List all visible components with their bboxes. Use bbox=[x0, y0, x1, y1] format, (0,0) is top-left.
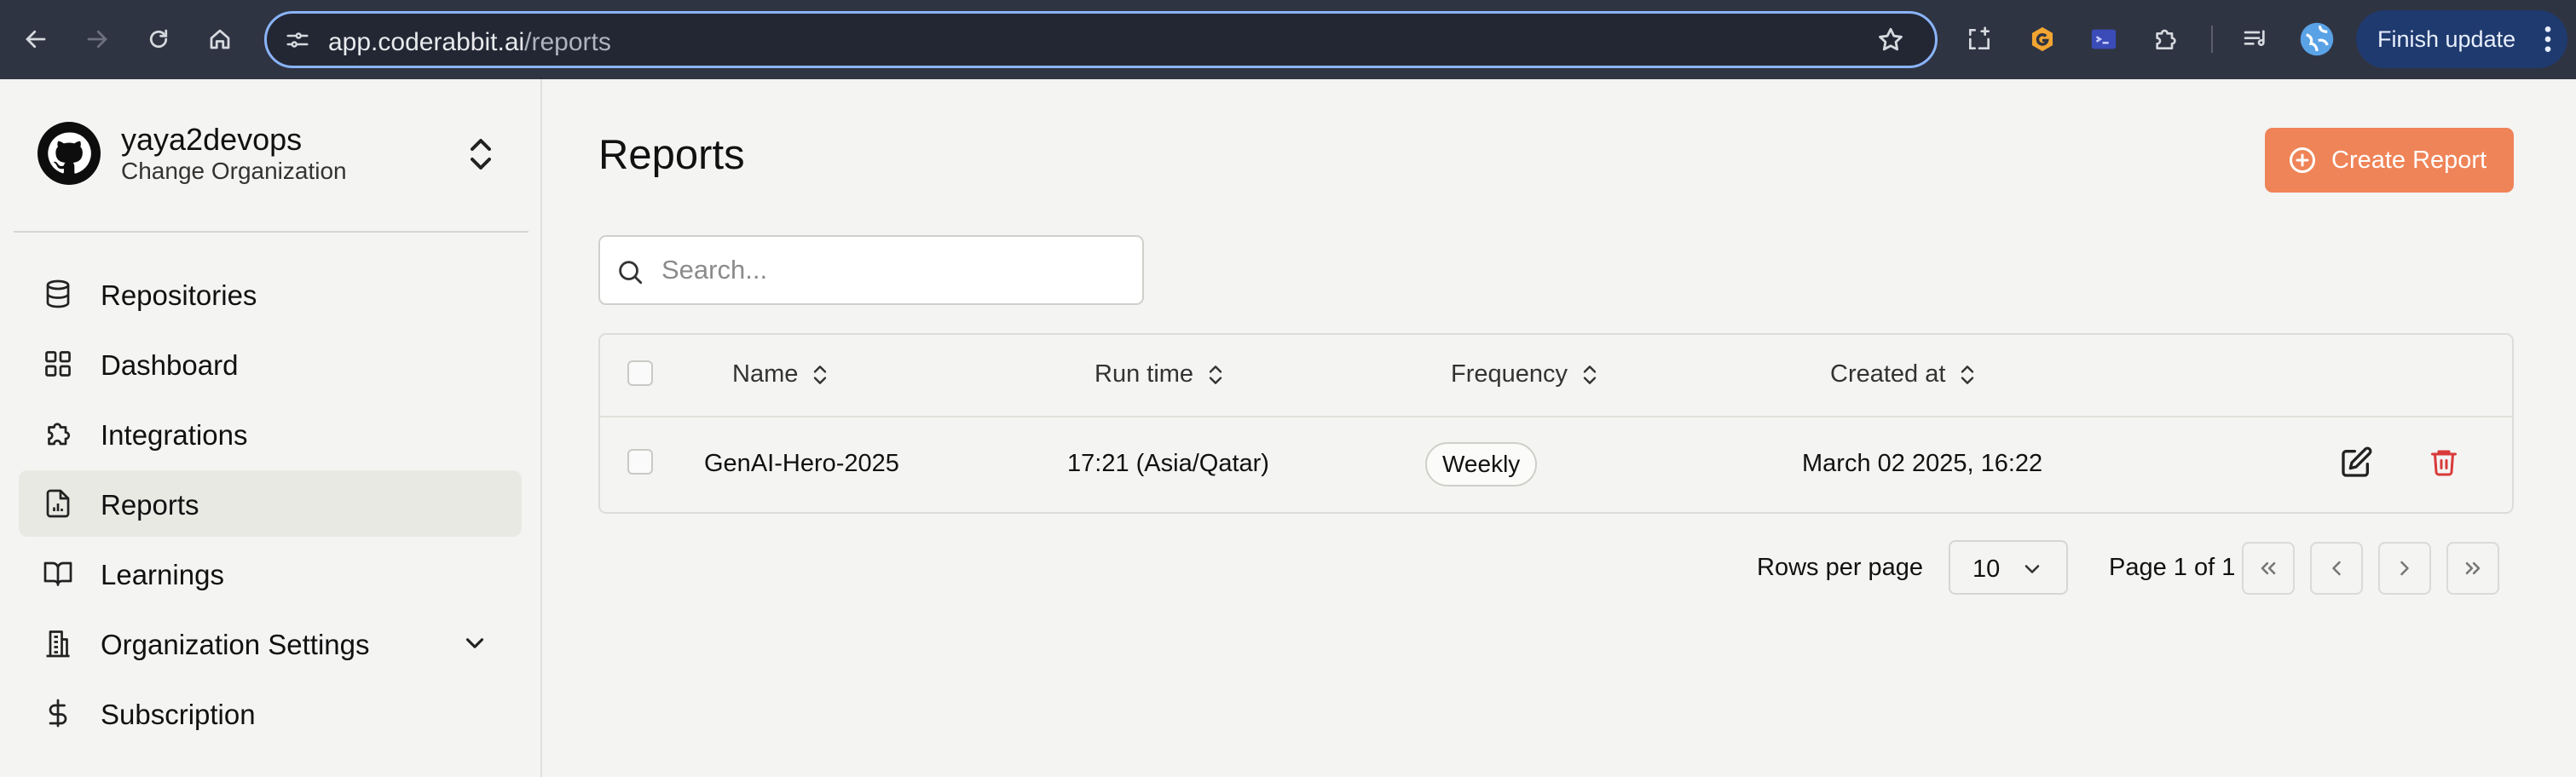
chevron-right-icon bbox=[2400, 561, 2409, 576]
previous-page-button[interactable] bbox=[2310, 542, 2363, 595]
table-header: Name Run time Frequency Created at bbox=[600, 335, 2512, 417]
site-info-icon[interactable] bbox=[284, 27, 311, 57]
column-header-run-time[interactable]: Run time bbox=[1095, 360, 1226, 388]
sort-icon bbox=[1209, 365, 1222, 384]
profile-avatar-icon[interactable] bbox=[2296, 19, 2337, 60]
chevrons-right-icon bbox=[2465, 561, 2481, 575]
sidebar-divider bbox=[14, 231, 528, 233]
sidebar-item-label: Subscription bbox=[101, 699, 256, 730]
next-page-button[interactable] bbox=[2378, 542, 2431, 595]
create-report-button[interactable]: Create Report bbox=[2265, 128, 2514, 193]
column-header-label: Run time bbox=[1095, 360, 1194, 388]
address-bar[interactable]: app.coderabbit.ai/reports bbox=[264, 11, 1938, 68]
sidebar-item-reports[interactable]: Reports bbox=[19, 470, 522, 537]
chevron-down-icon[interactable] bbox=[460, 629, 489, 658]
book-open-icon bbox=[43, 558, 73, 589]
sidebar-item-subscription[interactable]: Subscription bbox=[19, 680, 522, 746]
report-name-cell[interactable]: GenAI-Hero-2025 bbox=[704, 450, 899, 478]
dashboard-grid-icon bbox=[43, 348, 73, 379]
sidebar-item-label: Organization Settings bbox=[101, 629, 370, 660]
plus-circle-icon bbox=[2287, 145, 2318, 176]
sidebar: yaya2devops Change Organization Reposito… bbox=[0, 79, 542, 777]
toolbar-separator bbox=[2211, 26, 2213, 53]
rows-per-page-value: 10 bbox=[1972, 555, 2001, 583]
sidebar-item-dashboard[interactable]: Dashboard bbox=[19, 331, 522, 397]
delete-trash-icon[interactable] bbox=[2429, 446, 2463, 480]
reports-table: Name Run time Frequency Created at GenAI… bbox=[598, 333, 2514, 514]
extensions-puzzle-icon[interactable] bbox=[2145, 19, 2186, 60]
change-organization-label: Change Organization bbox=[121, 158, 347, 184]
column-header-label: Name bbox=[732, 360, 799, 388]
column-header-frequency[interactable]: Frequency bbox=[1451, 360, 1600, 388]
sidebar-item-label: Integrations bbox=[101, 419, 248, 451]
bookmark-star-icon[interactable] bbox=[1876, 26, 1905, 59]
last-page-button[interactable] bbox=[2446, 542, 2499, 595]
report-file-icon bbox=[43, 488, 73, 519]
chevron-up-down-icon[interactable] bbox=[464, 134, 498, 175]
search-input[interactable] bbox=[661, 250, 1122, 290]
sidebar-item-organization-settings[interactable]: Organization Settings bbox=[19, 610, 522, 676]
column-header-label: Created at bbox=[1830, 360, 1946, 388]
sidebar-item-learnings[interactable]: Learnings bbox=[19, 540, 522, 607]
search-box[interactable] bbox=[598, 235, 1144, 305]
sidebar-item-label: Reports bbox=[101, 489, 199, 521]
finish-update-label: Finish update bbox=[2377, 26, 2516, 52]
github-logo-icon bbox=[38, 122, 101, 185]
database-icon bbox=[43, 279, 73, 309]
page-title: Reports bbox=[598, 132, 745, 178]
dollar-icon bbox=[43, 698, 73, 728]
column-header-name[interactable]: Name bbox=[732, 360, 830, 388]
url-text[interactable]: app.coderabbit.ai/reports bbox=[328, 28, 611, 57]
chevrons-left-icon bbox=[2261, 561, 2276, 575]
organization-name: yaya2devops bbox=[121, 122, 303, 157]
page-info: Page 1 of 1 bbox=[2109, 554, 2236, 581]
home-icon[interactable] bbox=[199, 19, 240, 60]
forward-icon[interactable] bbox=[77, 19, 118, 60]
puzzle-icon bbox=[43, 418, 73, 449]
chevron-down-icon bbox=[2020, 557, 2044, 585]
sidebar-item-label: Learnings bbox=[101, 559, 224, 590]
sort-icon bbox=[1583, 365, 1597, 384]
run-time-cell: 17:21 (Asia/Qatar) bbox=[1067, 450, 1269, 477]
building-icon bbox=[43, 628, 73, 659]
browser-toolbar: app.coderabbit.ai/reports Finish update bbox=[0, 0, 2576, 79]
select-all-checkbox[interactable] bbox=[627, 360, 653, 386]
extension-orange-icon[interactable] bbox=[2022, 19, 2063, 60]
back-icon[interactable] bbox=[15, 19, 56, 60]
organization-switcher[interactable]: yaya2devops Change Organization bbox=[38, 118, 515, 192]
create-report-label: Create Report bbox=[2331, 147, 2487, 174]
screenshot-icon[interactable] bbox=[1959, 19, 2000, 60]
search-icon bbox=[615, 257, 644, 286]
chevron-left-icon bbox=[2332, 561, 2341, 576]
column-header-created-at[interactable]: Created at bbox=[1830, 360, 1978, 388]
sort-icon bbox=[814, 365, 827, 384]
row-checkbox[interactable] bbox=[627, 449, 653, 475]
created-at-cell: March 02 2025, 16:22 bbox=[1802, 450, 2043, 477]
sidebar-item-integrations[interactable]: Integrations bbox=[19, 400, 522, 467]
edit-icon[interactable] bbox=[2339, 446, 2373, 480]
rows-per-page-select[interactable]: 10 bbox=[1949, 540, 2068, 595]
frequency-badge: Weekly bbox=[1425, 442, 1538, 486]
extension-terminal-icon[interactable] bbox=[2083, 19, 2124, 60]
rows-per-page-label: Rows per page bbox=[1757, 554, 1924, 581]
more-menu-icon[interactable] bbox=[2544, 25, 2552, 60]
reload-icon[interactable] bbox=[138, 19, 179, 60]
column-header-label: Frequency bbox=[1451, 360, 1568, 388]
sidebar-item-label: Dashboard bbox=[101, 349, 239, 381]
reading-list-icon[interactable] bbox=[2235, 19, 2276, 60]
finish-update-button[interactable]: Finish update bbox=[2356, 10, 2567, 68]
sidebar-item-repositories[interactable]: Repositories bbox=[19, 261, 522, 327]
sidebar-item-label: Repositories bbox=[101, 279, 257, 311]
first-page-button[interactable] bbox=[2242, 542, 2295, 595]
sort-icon bbox=[1961, 365, 1974, 384]
